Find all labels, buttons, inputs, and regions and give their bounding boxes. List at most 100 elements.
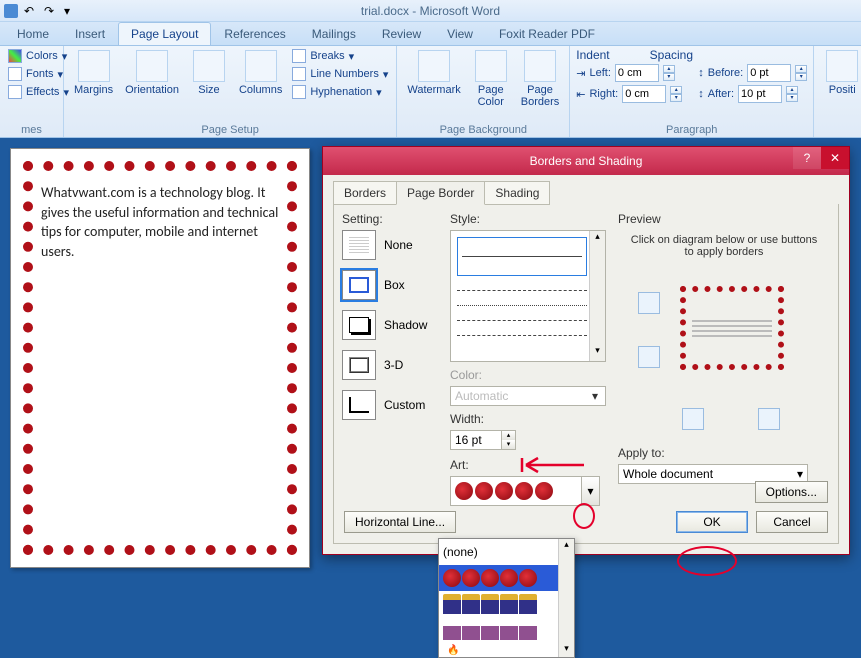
color-value: Automatic (455, 389, 508, 403)
spin-up-icon[interactable]: ▴ (786, 86, 798, 94)
undo-icon[interactable]: ↶ (24, 4, 38, 18)
horizontal-line-button[interactable]: Horizontal Line... (344, 511, 456, 533)
window-title: trial.docx - Microsoft Word (361, 4, 500, 18)
art-option-characters-2[interactable] (439, 617, 574, 643)
orientation-button[interactable]: Orientation (121, 48, 183, 98)
theme-effects-button[interactable]: Effects▾ (6, 84, 71, 100)
spin-up-icon[interactable]: ▴ (663, 65, 675, 73)
columns-button[interactable]: Columns (235, 48, 286, 98)
spin-down-icon[interactable]: ▾ (786, 94, 798, 102)
border-right-toggle[interactable] (758, 408, 780, 430)
fonts-label: Fonts (26, 68, 54, 80)
group-title-themes: mes (6, 123, 57, 137)
chevron-down-icon: ▾ (797, 467, 803, 481)
breaks-button[interactable]: Breaks▾ (290, 48, 390, 64)
style-listbox[interactable]: ▴▾ (450, 230, 606, 362)
border-bottom-toggle[interactable] (638, 346, 660, 368)
hyphenation-button[interactable]: Hyphenation▾ (290, 84, 390, 100)
tab-references[interactable]: References (211, 22, 298, 45)
margins-label: Margins (74, 84, 113, 96)
margins-button[interactable]: Margins (70, 48, 117, 98)
tab-foxit[interactable]: Foxit Reader PDF (486, 22, 608, 45)
tab-page-border[interactable]: Page Border (396, 181, 485, 205)
orientation-label: Orientation (125, 84, 179, 96)
tab-home[interactable]: Home (4, 22, 62, 45)
watermark-button[interactable]: Watermark (403, 48, 464, 98)
document-body-text[interactable]: Whatvwant.com is a technology blog. It g… (25, 163, 295, 281)
scroll-down-icon[interactable]: ▾ (559, 643, 574, 657)
cancel-button[interactable]: Cancel (756, 511, 828, 533)
ribbon-body: Colors▾ Fonts▾ Effects▾ mes Margins Orie… (0, 46, 861, 138)
preview-page[interactable] (680, 286, 784, 370)
close-button[interactable]: ✕ (821, 147, 849, 169)
ok-button[interactable]: OK (676, 511, 748, 533)
tab-page-layout[interactable]: Page Layout (118, 22, 211, 45)
tab-insert[interactable]: Insert (62, 22, 118, 45)
spin-down-icon[interactable]: ▾ (663, 73, 675, 81)
setting-3d-label: 3-D (384, 358, 403, 372)
document-page[interactable]: Whatvwant.com is a technology blog. It g… (10, 148, 310, 568)
indent-left-input[interactable] (615, 64, 659, 82)
color-dropdown[interactable]: Automatic▾ (450, 386, 606, 406)
options-button[interactable]: Options... (755, 481, 828, 503)
art-option-candy[interactable]: 🔥 (439, 643, 574, 657)
scroll-up-icon[interactable]: ▴ (559, 539, 574, 553)
setting-label: Setting: (342, 212, 442, 226)
setting-3d[interactable]: 3-D (342, 350, 442, 380)
tab-view[interactable]: View (434, 22, 486, 45)
spin-up-icon[interactable]: ▴ (501, 431, 515, 440)
save-icon[interactable] (4, 4, 18, 18)
art-option-none[interactable]: (none) (439, 539, 574, 565)
spin-up-icon[interactable]: ▴ (795, 65, 807, 73)
style-label: Style: (450, 212, 610, 226)
setting-custom-label: Custom (384, 398, 425, 412)
help-button[interactable]: ? (793, 147, 821, 169)
size-button[interactable]: Size (187, 48, 231, 98)
theme-fonts-button[interactable]: Fonts▾ (6, 66, 71, 82)
width-spinner[interactable]: 16 pt▴▾ (450, 430, 516, 450)
setting-shadow[interactable]: Shadow (342, 310, 442, 340)
qat-dropdown-icon[interactable]: ▾ (64, 4, 78, 18)
group-title-page-bg: Page Background (403, 123, 563, 137)
ribbon-tabs: Home Insert Page Layout References Maili… (0, 22, 861, 46)
tab-mailings[interactable]: Mailings (299, 22, 369, 45)
position-button[interactable]: Positi (820, 48, 861, 98)
effects-label: Effects (26, 86, 59, 98)
scroll-down-icon[interactable]: ▾ (590, 345, 605, 361)
scroll-up-icon[interactable]: ▴ (590, 231, 605, 247)
art-dropdown-list[interactable]: (none) 🔥 ▴ ▾ (438, 538, 575, 658)
setting-custom[interactable]: Custom (342, 390, 442, 420)
art-option-berries-red[interactable] (439, 565, 574, 591)
page-borders-button[interactable]: Page Borders (517, 48, 564, 110)
left-label: Left: (589, 67, 610, 79)
redo-icon[interactable]: ↷ (44, 4, 58, 18)
indent-header: Indent (576, 48, 609, 62)
spacing-after-input[interactable] (738, 85, 782, 103)
line-numbers-button[interactable]: Line Numbers▾ (290, 66, 390, 82)
art-dropdown[interactable]: ▾ (450, 476, 600, 506)
page-color-button[interactable]: Page Color (469, 48, 513, 110)
setting-box[interactable]: Box (342, 270, 442, 300)
group-title-arrange (820, 135, 861, 137)
spin-up-icon[interactable]: ▴ (670, 86, 682, 94)
theme-colors-button[interactable]: Colors▾ (6, 48, 71, 64)
spacing-before-input[interactable] (747, 64, 791, 82)
border-left-toggle[interactable] (682, 408, 704, 430)
spin-down-icon[interactable]: ▾ (795, 73, 807, 81)
tab-shading[interactable]: Shading (484, 181, 550, 205)
tab-review[interactable]: Review (369, 22, 434, 45)
art-none-label: (none) (443, 545, 478, 559)
tab-borders[interactable]: Borders (333, 181, 397, 205)
color-label: Color: (450, 368, 610, 382)
indent-right-input[interactable] (622, 85, 666, 103)
art-option-characters-1[interactable] (439, 591, 574, 617)
border-top-toggle[interactable] (638, 292, 660, 314)
group-title-paragraph: Paragraph (576, 123, 807, 137)
spin-down-icon[interactable]: ▾ (501, 440, 515, 449)
dialog-title-bar[interactable]: Borders and Shading ? ✕ (323, 147, 849, 175)
spin-down-icon[interactable]: ▾ (670, 94, 682, 102)
setting-none[interactable]: None (342, 230, 442, 260)
columns-label: Columns (239, 84, 282, 96)
applyto-value: Whole document (623, 467, 713, 481)
art-label: Art: (450, 458, 610, 472)
